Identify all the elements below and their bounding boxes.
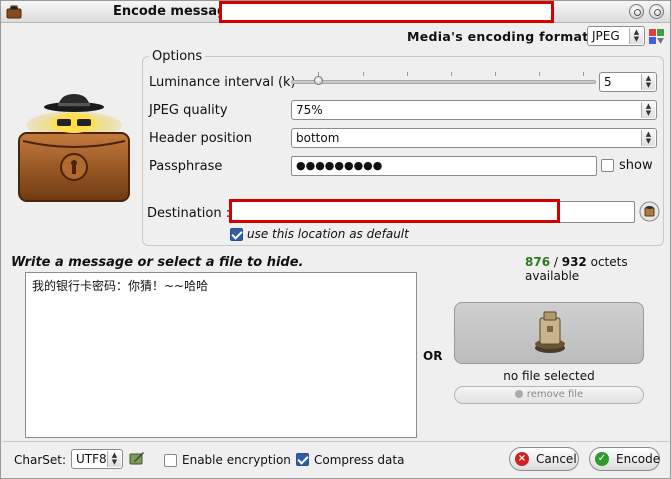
spin-arrows-icon: ▲ ▼ (629, 28, 643, 44)
spin-arrows-icon[interactable]: ▲ ▼ (641, 102, 655, 118)
spin-arrows-icon: ▲ ▼ (641, 130, 655, 146)
encoding-format-select[interactable]: JPEG ▲ ▼ (587, 26, 645, 46)
slider-tick (495, 72, 496, 76)
options-legend: Options (149, 49, 206, 64)
encode-check-icon: ✓ (595, 452, 609, 466)
slider-tick (583, 72, 584, 76)
encoding-format-value: JPEG (592, 29, 620, 43)
compress-data-label: Compress data (314, 453, 405, 467)
octets-total: 932 (561, 255, 587, 269)
minimize-button[interactable] (629, 4, 644, 19)
octets-separator: / (550, 255, 562, 269)
slider-tick (407, 72, 408, 76)
message-text: 我的银行卡密码：你猜！~~哈哈 (32, 279, 209, 293)
message-heading: Write a message or select a file to hide… (11, 255, 304, 270)
encode-message-window: Encode message Media's encoding format :… (0, 0, 671, 479)
jpeg-quality-label: JPEG quality (149, 103, 228, 118)
enable-encryption-checkbox[interactable] (164, 454, 177, 467)
encoding-format-label: Media's encoding format : (407, 29, 599, 44)
redacted-destination-box (229, 199, 560, 223)
or-label: OR (423, 349, 443, 363)
close-button[interactable] (649, 4, 664, 19)
passphrase-input[interactable]: ●●●●●●●●● (291, 156, 597, 176)
cancel-label: Cancel (536, 452, 577, 466)
jpeg-quality-value: 75% (296, 103, 323, 117)
remove-file-label: remove file (526, 389, 584, 400)
briefcase-app-icon (6, 5, 22, 19)
slider-tick (363, 72, 364, 76)
charset-label: CharSet: (14, 453, 67, 467)
show-passphrase-label: show (619, 158, 653, 173)
charset-select[interactable]: UTF8 ▲ ▼ (71, 449, 123, 469)
charset-value: UTF8 (76, 452, 107, 466)
redacted-title-box (219, 1, 554, 23)
compress-data-checkbox[interactable] (296, 453, 309, 466)
encode-label: Encode (616, 452, 661, 466)
color-palette-icon[interactable] (648, 28, 665, 45)
luminance-slider-handle[interactable] (314, 76, 323, 85)
encode-button[interactable]: ✓ Encode (589, 447, 660, 471)
title-bar: Encode message (1, 1, 670, 23)
luminance-label: Luminance interval (k) (149, 75, 296, 90)
luminance-value: 5 (604, 75, 612, 89)
spin-arrows-icon[interactable]: ▲ ▼ (641, 74, 655, 90)
luminance-slider[interactable] (291, 80, 596, 84)
message-textarea[interactable]: 我的银行卡密码：你猜！~~哈哈 (25, 272, 417, 438)
spin-arrows-icon: ▲ ▼ (107, 451, 121, 467)
octets-used: 876 (525, 255, 551, 269)
passphrase-label: Passphrase (149, 159, 223, 174)
edit-charset-icon[interactable] (129, 450, 145, 466)
use-default-location-checkbox[interactable] (230, 228, 243, 241)
passphrase-value: ●●●●●●●●● (296, 159, 383, 172)
enable-encryption-label: Enable encryption (182, 453, 291, 467)
spy-briefcase-logo (18, 94, 130, 202)
file-drop-zone[interactable] (454, 302, 644, 364)
file-stack-icon (535, 311, 565, 353)
cancel-button[interactable]: × Cancel (509, 447, 579, 471)
slider-tick (539, 72, 540, 76)
show-passphrase-checkbox[interactable] (601, 159, 614, 172)
luminance-spinbox[interactable]: 5 ▲ ▼ (599, 72, 657, 92)
destination-label: Destination : (147, 206, 231, 221)
browse-folder-icon[interactable] (639, 201, 660, 222)
jpeg-quality-spinbox[interactable]: 75% ▲ ▼ (291, 100, 657, 120)
remove-file-button[interactable]: remove file (454, 386, 644, 404)
octets-available: 876 / 932 octets available (525, 255, 670, 283)
file-status: no file selected (503, 369, 595, 383)
window-title: Encode message (113, 4, 236, 19)
remove-icon (514, 390, 523, 398)
header-position-value: bottom (296, 131, 340, 145)
use-default-location-label: use this location as default (247, 227, 409, 241)
slider-tick (451, 72, 452, 76)
header-position-label: Header position (149, 131, 252, 146)
header-position-select[interactable]: bottom ▲ ▼ (291, 128, 657, 148)
cancel-icon: × (515, 452, 529, 466)
